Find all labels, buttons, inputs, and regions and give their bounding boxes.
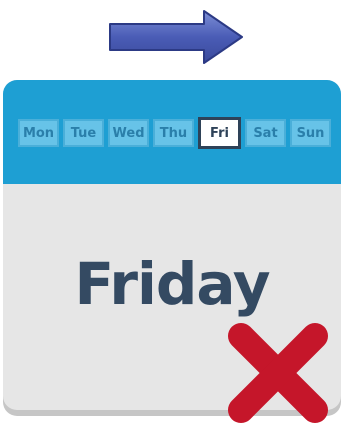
day-sat: Sat xyxy=(245,119,286,147)
right-arrow-icon xyxy=(109,10,243,64)
stage: Mon Tue Wed Thu Fri Sat Sun Friday xyxy=(0,0,342,432)
day-tue: Tue xyxy=(63,119,104,147)
calendar-header: Mon Tue Wed Thu Fri Sat Sun xyxy=(3,80,341,184)
day-strip: Mon Tue Wed Thu Fri Sat Sun xyxy=(18,117,331,149)
day-name-label: Friday xyxy=(74,250,270,318)
red-x-icon xyxy=(228,323,328,423)
day-thu: Thu xyxy=(153,119,194,147)
day-fri-selected: Fri xyxy=(198,117,241,149)
day-wed: Wed xyxy=(108,119,149,147)
day-mon: Mon xyxy=(18,119,59,147)
day-sun: Sun xyxy=(290,119,331,147)
